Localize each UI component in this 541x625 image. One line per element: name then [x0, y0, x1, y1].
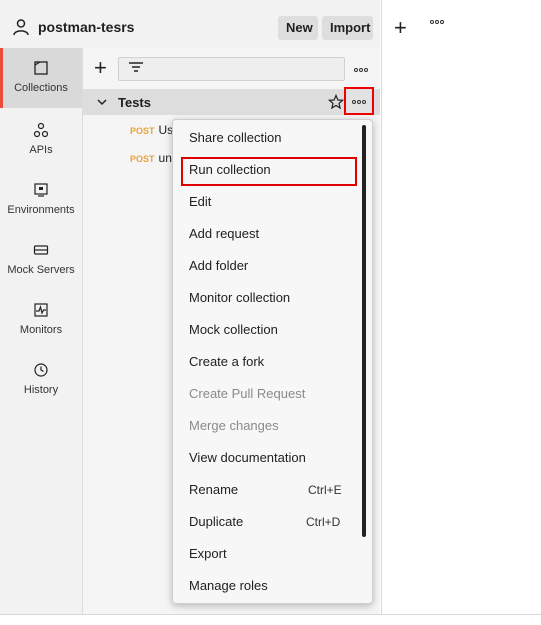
collections-icon	[34, 61, 48, 75]
collection-more-icon[interactable]	[352, 100, 366, 104]
menu-item-merge-changes: Merge changes	[189, 418, 279, 433]
rail-item-apis[interactable]: APIs	[0, 110, 82, 168]
rail-item-mock-servers[interactable]: Mock Servers	[0, 230, 82, 288]
menu-item-monitor-collection[interactable]: Monitor collection	[189, 288, 290, 308]
request-name: Us	[158, 123, 174, 137]
menu-item-create-fork[interactable]: Create a fork	[189, 352, 264, 372]
menu-item-rename[interactable]: Rename	[189, 480, 238, 500]
filter-input[interactable]	[118, 57, 345, 81]
menu-item-run-collection[interactable]: Run collection	[189, 160, 271, 180]
rail-label: Environments	[7, 204, 75, 216]
mock-servers-icon	[33, 245, 49, 255]
chevron-down-icon[interactable]	[96, 96, 108, 108]
environments-icon	[34, 183, 48, 197]
request-item[interactable]: POST Us	[130, 123, 173, 137]
rail-item-environments[interactable]: Environments	[0, 170, 82, 228]
filter-icon	[129, 62, 143, 72]
import-button[interactable]: Import	[322, 16, 373, 40]
new-button[interactable]: New	[278, 16, 318, 40]
rail-label: History	[23, 384, 59, 396]
rail-item-collections[interactable]: Collections	[0, 48, 82, 108]
menu-scrollbar[interactable]	[362, 125, 366, 537]
more-options-icon[interactable]	[430, 20, 444, 24]
menu-item-view-documentation[interactable]: View documentation	[189, 448, 306, 468]
star-icon[interactable]	[328, 94, 344, 110]
menu-item-edit[interactable]: Edit	[189, 192, 211, 212]
duplicate-shortcut: Ctrl+D	[306, 515, 341, 529]
status-bar	[0, 614, 541, 625]
active-indicator	[0, 48, 3, 108]
main-panel	[381, 0, 541, 614]
rename-shortcut: Ctrl+E	[308, 483, 342, 497]
rail-item-monitors[interactable]: Monitors	[0, 290, 82, 348]
menu-item-mock-collection[interactable]: Mock collection	[189, 320, 278, 340]
workspace-name[interactable]: postman-tesrs	[38, 19, 134, 35]
menu-item-add-request[interactable]: Add request	[189, 224, 259, 244]
rail-label: APIs	[29, 144, 53, 156]
user-icon	[13, 19, 29, 36]
request-method: POST	[130, 126, 155, 136]
request-item[interactable]: POST un	[130, 151, 172, 165]
rail-label: Mock Servers	[7, 264, 75, 276]
request-method: POST	[130, 154, 155, 164]
rail-label: Collections	[14, 82, 68, 94]
history-icon	[34, 363, 48, 377]
menu-item-create-pull-request: Create Pull Request	[189, 386, 306, 401]
add-collection-plus-icon[interactable]: +	[94, 57, 107, 79]
menu-item-add-folder[interactable]: Add folder	[189, 256, 248, 276]
sidebar-more-icon[interactable]	[354, 68, 368, 72]
menu-item-duplicate[interactable]: Duplicate	[189, 512, 243, 532]
monitors-icon	[34, 303, 48, 317]
rail-label: Monitors	[19, 324, 63, 336]
rail-item-history[interactable]: History	[0, 350, 82, 408]
menu-item-manage-roles[interactable]: Manage roles	[189, 576, 268, 596]
collection-name[interactable]: Tests	[118, 95, 151, 110]
request-name: un	[158, 151, 172, 165]
new-tab-plus-icon[interactable]: +	[394, 17, 407, 39]
apis-icon	[33, 122, 49, 138]
menu-item-export[interactable]: Export	[189, 544, 227, 564]
menu-item-share-collection[interactable]: Share collection	[189, 128, 282, 148]
